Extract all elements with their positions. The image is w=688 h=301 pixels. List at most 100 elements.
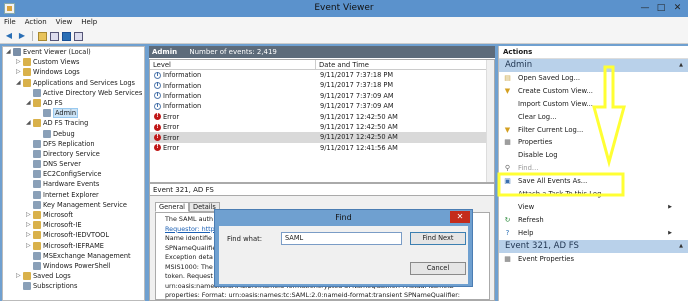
tree-item-hardware-events[interactable]: Hardware Events <box>3 179 144 189</box>
event-list-scrollbar[interactable] <box>486 60 494 182</box>
folder-up-icon[interactable] <box>38 31 47 41</box>
event-row[interactable]: i Information 9/11/2017 7:37:18 PM <box>150 80 494 90</box>
show-hide-action-pane-icon[interactable] <box>74 31 83 41</box>
tree-item-dns-server[interactable]: DNS Server <box>3 159 144 169</box>
requestor-link[interactable]: Requestor: http <box>165 225 215 233</box>
action-refresh[interactable]: ↻ Refresh <box>499 214 688 227</box>
log-icon <box>13 48 21 56</box>
expand-arrow-icon[interactable]: ▷ <box>26 220 31 230</box>
event-row[interactable]: i Information 9/11/2017 7:37:09 AM <box>150 91 494 101</box>
event-count: Number of events: 2,419 <box>189 48 277 56</box>
log-icon <box>43 129 51 138</box>
action-disable-log[interactable]: Disable Log <box>499 149 688 162</box>
folder-icon <box>23 78 31 87</box>
show-hide-tree-icon[interactable] <box>50 31 59 41</box>
action-label: Create Custom View... <box>518 86 593 95</box>
action-properties[interactable]: ▦ Properties <box>499 136 688 149</box>
tree-item-windows-powershell[interactable]: Windows PowerShell <box>3 261 144 271</box>
event-detail-title: Event 321, AD FS <box>150 184 494 196</box>
action-create-custom-view[interactable]: ▼ Create Custom View... <box>499 85 688 98</box>
expand-arrow-icon[interactable]: ▷ <box>16 57 21 67</box>
tree-item-event-viewer-local[interactable]: ◢ Event Viewer (Local) <box>3 47 144 57</box>
find-close-button[interactable]: ✕ <box>450 211 470 223</box>
expand-arrow-icon[interactable]: ▷ <box>26 230 31 240</box>
action-attach-a-task-to-this-log[interactable]: Attach a Task To this Log... <box>499 188 688 201</box>
help-icon[interactable] <box>62 31 71 41</box>
tree-item-microsoft-ie[interactable]: ▷ Microsoft-IE <box>3 220 144 230</box>
minimize-button[interactable]: — <box>638 2 652 15</box>
action-save-all-events-as[interactable]: ▣ Save All Events As... <box>499 175 688 188</box>
find-next-button[interactable]: Find Next <box>410 232 466 245</box>
cancel-button[interactable]: Cancel <box>410 262 466 275</box>
action-import-custom-view[interactable]: Import Custom View... <box>499 98 688 111</box>
tree-item-microsoft-iedvtool[interactable]: ▷ Microsoft-IEDVTOOL <box>3 230 144 240</box>
tree-item-label: AD FS Tracing <box>43 119 89 128</box>
actions-section-event[interactable]: Event 321, AD FS <box>499 239 688 253</box>
menu-view[interactable]: View <box>52 17 78 29</box>
event-date-time: 9/11/2017 7:37:09 AM <box>320 102 394 111</box>
tree-item-subscriptions[interactable]: Subscriptions <box>3 281 144 291</box>
error-icon: ! <box>154 123 161 131</box>
tree-item-debug[interactable]: Debug <box>3 129 144 139</box>
action-help[interactable]: ? Help ▶ <box>499 227 688 240</box>
tree-item-ad-fs-tracing[interactable]: ◢ AD FS Tracing <box>3 118 144 128</box>
event-row[interactable]: i Information 9/11/2017 7:37:09 AM <box>150 101 494 111</box>
tree-item-saved-logs[interactable]: ▷ Saved Logs <box>3 271 144 281</box>
expand-arrow-icon[interactable]: ▷ <box>16 67 21 77</box>
action-label: Help <box>518 228 534 237</box>
forward-arrow-icon[interactable]: ▶ <box>17 31 27 41</box>
save-all-events-as-icon: ▣ <box>504 177 511 186</box>
back-arrow-icon[interactable]: ◀ <box>4 31 14 41</box>
tree-item-applications-and-services-logs[interactable]: ◢ Applications and Services Logs <box>3 78 144 88</box>
menu-action[interactable]: Action <box>21 17 52 29</box>
tree-item-ad-fs[interactable]: ◢ AD FS <box>3 98 144 108</box>
expand-arrow-icon[interactable]: ▷ <box>16 271 21 281</box>
description-line: token. Request <box>165 272 213 280</box>
folder-icon <box>23 272 31 281</box>
tab-general[interactable]: General <box>155 202 189 212</box>
expand-arrow-icon[interactable]: ▷ <box>26 210 31 220</box>
action-event-properties[interactable]: ▦ Event Properties <box>499 253 688 266</box>
event-row[interactable]: ! Error 9/11/2017 12:41:56 AM <box>150 143 494 153</box>
action-clear-log[interactable]: Clear Log... <box>499 111 688 124</box>
tree-item-msexchange-management[interactable]: MSExchange Management <box>3 251 144 261</box>
action-filter-current-log[interactable]: ▼ Filter Current Log... <box>499 124 688 137</box>
event-date-time: 9/11/2017 7:37:09 AM <box>320 91 394 100</box>
maximize-button[interactable]: □ <box>654 2 668 15</box>
action-open-saved-log[interactable]: ▤ Open Saved Log... <box>499 72 688 85</box>
column-date-time[interactable]: Date and Time <box>316 60 369 69</box>
menu-help[interactable]: Help <box>77 17 102 29</box>
event-row[interactable]: ! Error 9/11/2017 12:42:50 AM <box>150 112 494 122</box>
log-icon <box>33 180 41 189</box>
tree-item-ec2configservice[interactable]: EC2ConfigService <box>3 169 144 179</box>
expand-arrow-icon[interactable]: ▷ <box>26 241 31 251</box>
folder-icon <box>23 68 31 77</box>
tree-item-admin[interactable]: Admin <box>3 108 144 119</box>
close-button[interactable]: ✕ <box>669 2 686 15</box>
collapse-arrow-icon[interactable]: ◢ <box>26 118 31 128</box>
tree-item-microsoft[interactable]: ▷ Microsoft <box>3 210 144 220</box>
tree-item-dfs-replication[interactable]: DFS Replication <box>3 139 144 149</box>
event-row[interactable]: ! Error 9/11/2017 12:42:50 AM <box>150 122 494 132</box>
actions-section-admin[interactable]: Admin <box>499 59 688 72</box>
tree-item-active-directory-web-services[interactable]: Active Directory Web Services <box>3 88 144 98</box>
tree-item-microsoft-ieframe[interactable]: ▷ Microsoft-IEFRAME <box>3 241 144 251</box>
menu-file[interactable]: File <box>0 17 21 29</box>
collapse-arrow-icon[interactable]: ◢ <box>26 98 31 108</box>
action-find[interactable]: ⚲ Find... <box>499 162 688 175</box>
collapse-arrow-icon[interactable]: ◢ <box>6 47 11 57</box>
tree-item-custom-views[interactable]: ▷ Custom Views <box>3 57 144 67</box>
column-level[interactable]: Level <box>150 60 316 69</box>
find-what-input[interactable]: SAML <box>281 232 402 245</box>
event-row[interactable]: i Information 9/11/2017 7:37:18 PM <box>150 70 494 80</box>
collapse-arrow-icon[interactable]: ◢ <box>16 78 21 88</box>
event-row[interactable]: ! Error 9/11/2017 12:42:50 AM <box>150 132 494 143</box>
action-view[interactable]: View ▶ <box>499 201 688 214</box>
tree-item-key-management-service[interactable]: Key Management Service <box>3 200 144 210</box>
tree-item-windows-logs[interactable]: ▷ Windows Logs <box>3 67 144 77</box>
find-icon: ⚲ <box>504 164 511 173</box>
tree-item-internet-explorer[interactable]: Internet Explorer <box>3 190 144 200</box>
tree-item-directory-service[interactable]: Directory Service <box>3 149 144 159</box>
attach-a-task-to-this-log-icon <box>504 191 511 198</box>
event-date-time: 9/11/2017 7:37:18 PM <box>320 81 394 90</box>
